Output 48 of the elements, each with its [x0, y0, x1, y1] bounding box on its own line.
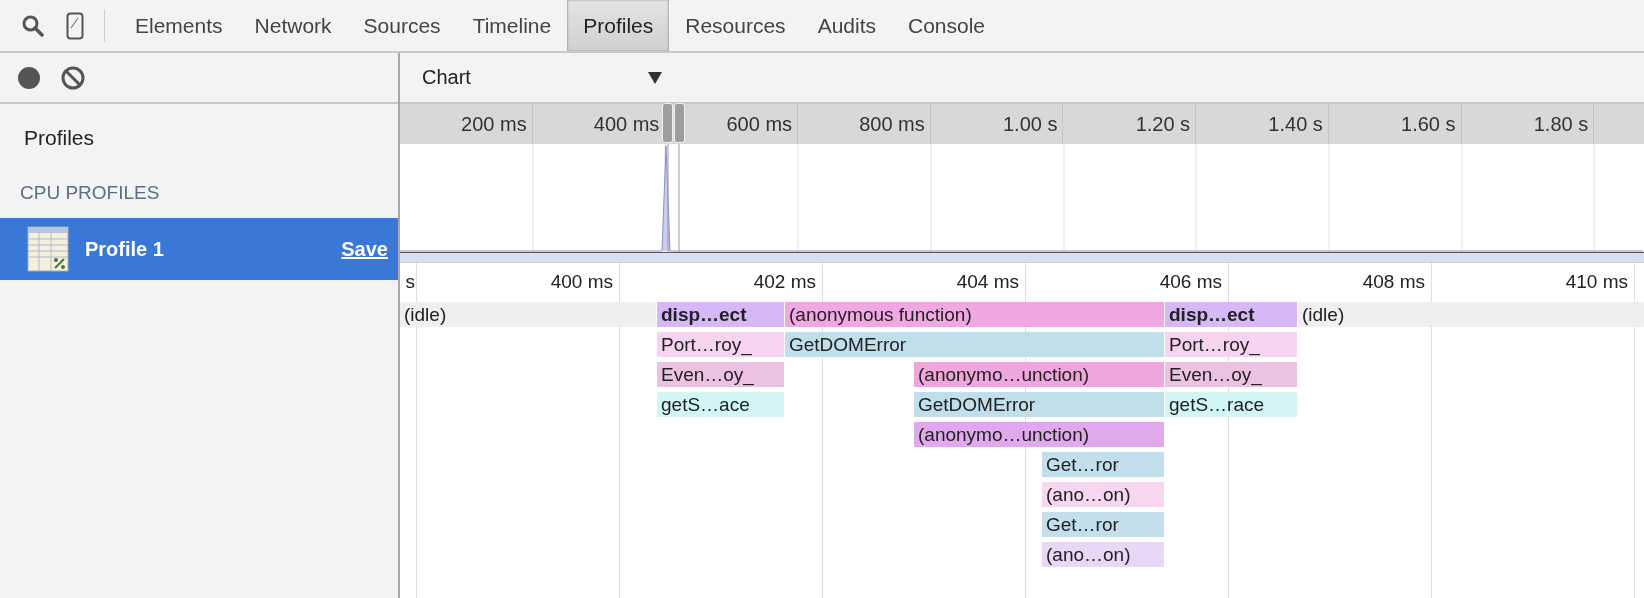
- panel-tab[interactable]: Resources: [669, 0, 802, 51]
- call-frame-bar[interactable]: (anonymous function): [785, 302, 1164, 327]
- panel-tab[interactable]: Network: [238, 0, 348, 51]
- panel-tab[interactable]: Audits: [801, 0, 892, 51]
- section-heading: CPU PROFILES: [19, 181, 161, 205]
- call-frame-bar[interactable]: getS…race: [1165, 392, 1297, 417]
- panel-tab[interactable]: Profiles: [567, 0, 670, 51]
- call-frame-bar[interactable]: (anonymo…unction): [914, 422, 1164, 447]
- time-tick: 408 ms: [1361, 270, 1426, 294]
- panel-tab[interactable]: Elements: [119, 0, 239, 51]
- profile-name: Profile 1: [85, 237, 165, 261]
- time-tick: 406 ms: [1158, 270, 1223, 294]
- call-frame-bar[interactable]: (ano…on): [1042, 542, 1164, 567]
- call-frame-bar[interactable]: GetDOMError: [914, 392, 1164, 417]
- time-tick: s: [404, 270, 416, 294]
- view-dropdown[interactable]: Chart: [400, 66, 662, 89]
- record-icon[interactable]: [17, 65, 41, 90]
- panel-tab[interactable]: Timeline: [456, 0, 568, 51]
- call-frame-bar[interactable]: (ano…on): [1042, 482, 1164, 507]
- panel-tab[interactable]: Console: [892, 0, 1002, 51]
- time-tick: 400 ms: [549, 270, 614, 294]
- save-link[interactable]: Save: [341, 237, 388, 261]
- call-frame-bar[interactable]: (anonymo…unction): [914, 362, 1164, 387]
- spreadsheet-icon: [27, 226, 69, 272]
- clear-icon[interactable]: [61, 65, 85, 90]
- call-frame-bar[interactable]: GetDOMError: [785, 332, 1164, 357]
- call-frame-bar[interactable]: disp…ect: [657, 302, 784, 327]
- call-frame-bar[interactable]: Port…roy_: [657, 332, 784, 357]
- call-frame-bar[interactable]: Even…oy_: [657, 362, 784, 387]
- idle-bar[interactable]: (idle): [400, 302, 656, 327]
- call-frame-bar[interactable]: Get…ror: [1042, 452, 1164, 477]
- mobile-device-icon[interactable]: [66, 11, 84, 40]
- search-icon[interactable]: [22, 14, 44, 37]
- panel-tab[interactable]: Sources: [347, 0, 457, 51]
- call-frame-bar[interactable]: Port…roy_: [1165, 332, 1297, 357]
- call-frame-bar[interactable]: getS…ace: [657, 392, 784, 417]
- call-frame-bar[interactable]: Get…ror: [1042, 512, 1164, 537]
- idle-bar[interactable]: (idle): [1298, 302, 1644, 327]
- time-tick: 402 ms: [752, 270, 817, 294]
- call-frame-bar[interactable]: Even…oy_: [1165, 362, 1297, 387]
- caret-icon: [648, 71, 662, 84]
- time-tick: 404 ms: [955, 270, 1020, 294]
- profile-item[interactable]: Profile 1 Save: [0, 218, 398, 280]
- time-tick: 410 ms: [1564, 270, 1629, 294]
- range-handle[interactable]: [674, 103, 685, 143]
- range-handle[interactable]: [662, 103, 673, 143]
- call-frame-bar[interactable]: disp…ect: [1165, 302, 1297, 327]
- sidebar-title: Profiles: [23, 125, 96, 151]
